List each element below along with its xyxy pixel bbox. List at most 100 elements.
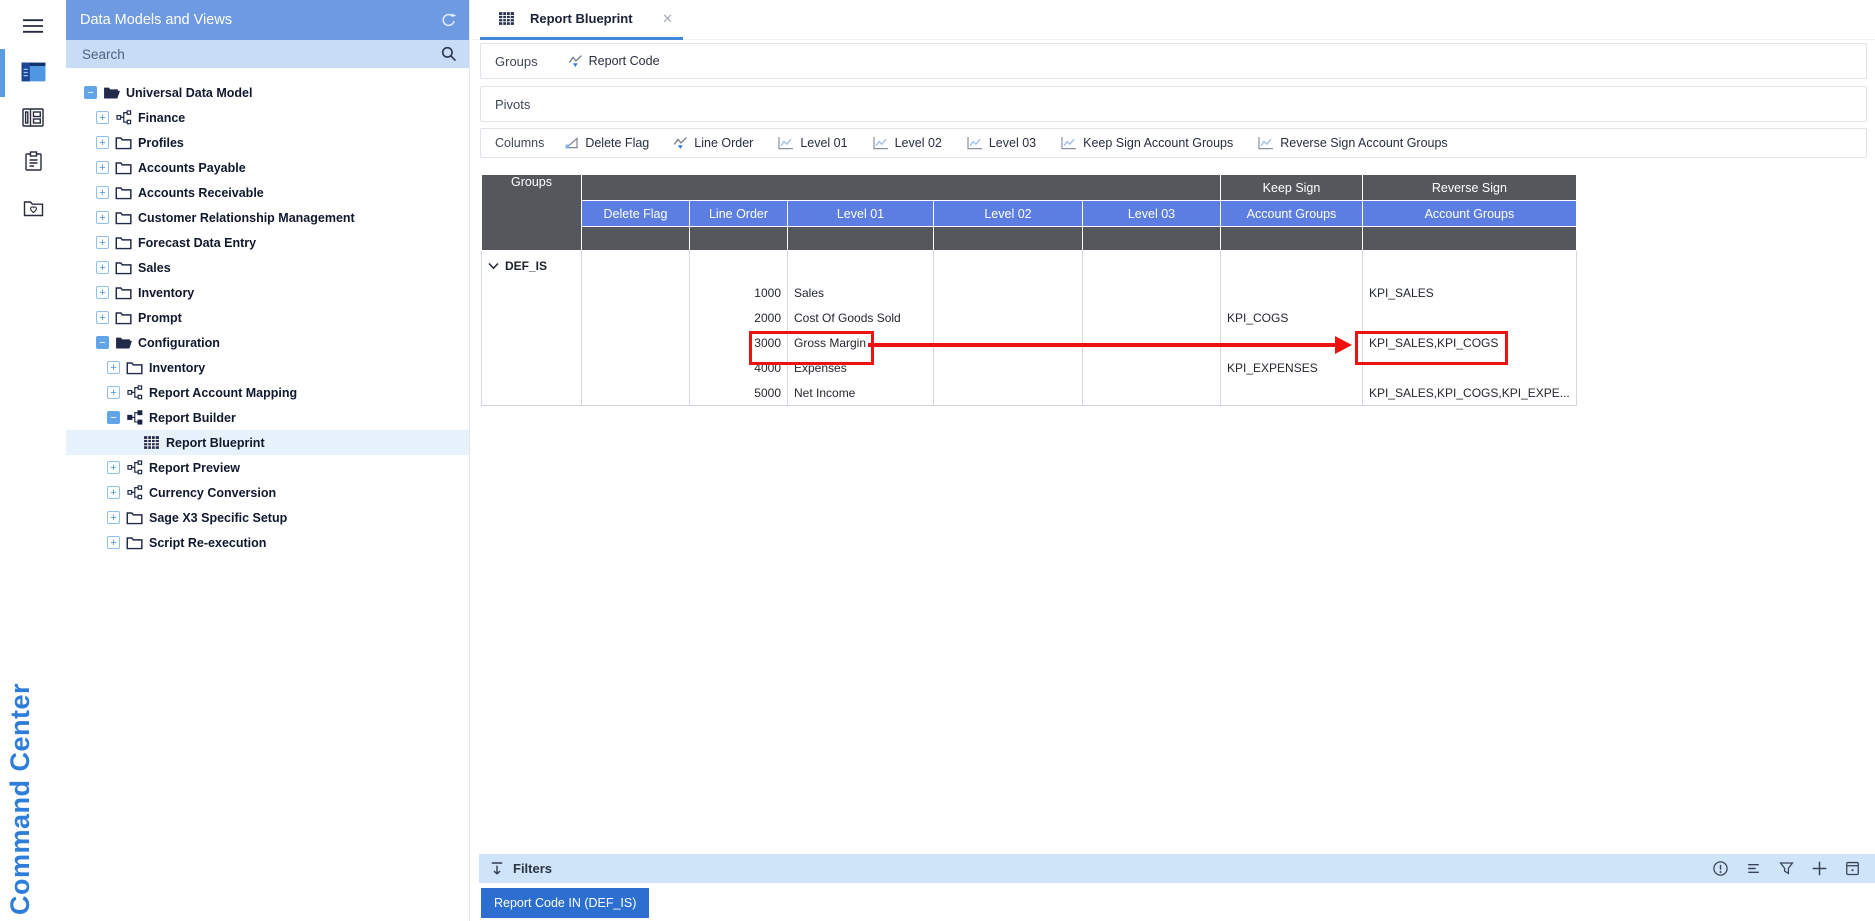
favorites-nav-icon[interactable] (0, 187, 66, 229)
field-chip-keep-sign-account-groups[interactable]: Keep Sign Account Groups (1060, 136, 1233, 150)
tree-item-customer-relationship-management[interactable]: Customer Relationship Management (66, 205, 469, 230)
pivots-drop-zone[interactable]: Pivots (480, 86, 1867, 122)
columns-drop-zone[interactable]: Columns Delete Flag Line Order Level 01 … (480, 128, 1867, 158)
grid-col-header-level-01[interactable]: Level 01 (788, 201, 934, 227)
summary-icon[interactable] (1745, 860, 1762, 877)
grid-corner-header-groups[interactable]: Groups (482, 175, 582, 251)
field-chip-delete-flag[interactable]: Delete Flag (564, 136, 649, 150)
tree-item-report-account-mapping[interactable]: Report Account Mapping (66, 380, 469, 405)
grid-cell-level-01[interactable]: Net Income (788, 381, 934, 406)
grid-cell[interactable] (934, 356, 1083, 381)
grid-col-header-reverse-sign-account-groups[interactable]: Account Groups (1363, 201, 1577, 227)
tree-item-script-re-execution[interactable]: Script Re-execution (66, 530, 469, 555)
grid-cell-reverse-sign[interactable] (1363, 306, 1577, 331)
grid-cell-reverse-sign[interactable]: KPI_SALES,KPI_COGS (1363, 331, 1577, 356)
grid-cell-keep-sign[interactable] (1221, 381, 1363, 406)
grid-cell-line-order[interactable]: 4000 (690, 356, 788, 381)
grid-cell[interactable] (582, 306, 690, 331)
collapse-toggle-icon[interactable] (107, 411, 120, 424)
grid-cell-level-01[interactable]: Expenses (788, 356, 934, 381)
grid-cell-level-01[interactable]: Cost Of Goods Sold (788, 306, 934, 331)
grid-cell-reverse-sign[interactable] (1363, 356, 1577, 381)
expand-toggle-icon[interactable] (107, 361, 120, 374)
add-icon[interactable] (1811, 860, 1828, 877)
tree-item-universal-data-model[interactable]: Universal Data Model (66, 80, 469, 105)
chevron-down-icon[interactable] (488, 262, 499, 270)
grid-band-header-reverse-sign[interactable]: Reverse Sign (1363, 175, 1577, 201)
group-row-def-is[interactable]: DEF_IS (482, 251, 582, 281)
field-chip-report-code[interactable]: Report Code (568, 54, 660, 68)
grid-cell[interactable] (582, 331, 690, 356)
grid-cell[interactable] (582, 356, 690, 381)
grid-col-header-line-order[interactable]: Line Order (690, 201, 788, 227)
tree-item-report-blueprint[interactable]: Report Blueprint (66, 430, 469, 455)
expand-toggle-icon[interactable] (96, 311, 109, 324)
grid-cell[interactable] (934, 381, 1083, 406)
refresh-icon[interactable] (440, 12, 457, 29)
grid-cell-level-01[interactable]: Gross Margin (788, 331, 934, 356)
hamburger-menu-icon[interactable] (0, 5, 66, 47)
tree-item-accounts-payable[interactable]: Accounts Payable (66, 155, 469, 180)
grid-cell-keep-sign[interactable] (1221, 331, 1363, 356)
grid-cell-reverse-sign[interactable]: KPI_SALES (1363, 281, 1577, 306)
tab-report-blueprint[interactable]: Report Blueprint ✕ (480, 0, 683, 40)
grid-cell-level-01[interactable]: Sales (788, 281, 934, 306)
tree-item-prompt[interactable]: Prompt (66, 305, 469, 330)
expand-toggle-icon[interactable] (107, 386, 120, 399)
groups-drop-zone[interactable]: Groups Report Code (480, 43, 1867, 79)
grid-col-header-level-03[interactable]: Level 03 (1083, 201, 1221, 227)
search-input[interactable] (80, 46, 441, 63)
search-icon[interactable] (441, 46, 457, 62)
filter-chip-report-code[interactable]: Report Code IN (DEF_IS) (481, 888, 649, 918)
tree-item-finance[interactable]: Finance (66, 105, 469, 130)
grid-cell[interactable] (1083, 281, 1221, 306)
expand-toggle-icon[interactable] (107, 511, 120, 524)
grid-col-header-level-02[interactable]: Level 02 (934, 201, 1083, 227)
expand-toggle-icon[interactable] (96, 161, 109, 174)
grid-cell-reverse-sign[interactable]: KPI_SALES,KPI_COGS,KPI_EXPE... (1363, 381, 1577, 406)
collapse-toggle-icon[interactable] (96, 336, 109, 349)
field-chip-level-03[interactable]: Level 03 (966, 136, 1036, 150)
grid-cell-line-order[interactable]: 1000 (690, 281, 788, 306)
grid-cell[interactable] (934, 281, 1083, 306)
expand-toggle-icon[interactable] (96, 186, 109, 199)
tree-item-profiles[interactable]: Profiles (66, 130, 469, 155)
expand-toggle-icon[interactable] (96, 111, 109, 124)
tree-item-report-builder[interactable]: Report Builder (66, 405, 469, 430)
grid-cell[interactable] (1083, 356, 1221, 381)
tree-item-configuration[interactable]: Configuration (66, 330, 469, 355)
dashboards-nav-icon[interactable] (0, 96, 66, 138)
data-models-nav-icon[interactable] (0, 51, 66, 93)
grid-cell-keep-sign[interactable]: KPI_EXPENSES (1221, 356, 1363, 381)
grid-cell-line-order[interactable]: 2000 (690, 306, 788, 331)
tree-item-sage-x3-specific-setup[interactable]: Sage X3 Specific Setup (66, 505, 469, 530)
grid-band-header-keep-sign[interactable]: Keep Sign (1221, 175, 1363, 201)
tree-item-inventory[interactable]: Inventory (66, 280, 469, 305)
grid-col-header-delete-flag[interactable]: Delete Flag (582, 201, 690, 227)
expand-toggle-icon[interactable] (96, 236, 109, 249)
field-chip-reverse-sign-account-groups[interactable]: Reverse Sign Account Groups (1257, 136, 1447, 150)
expand-toggle-icon[interactable] (96, 211, 109, 224)
grid-cell[interactable] (582, 381, 690, 406)
tree-item-sales[interactable]: Sales (66, 255, 469, 280)
grid-cell-keep-sign[interactable] (1221, 281, 1363, 306)
grid-cell-line-order[interactable]: 3000 (690, 331, 788, 356)
expand-toggle-icon[interactable] (96, 136, 109, 149)
filter-icon[interactable] (1778, 860, 1795, 877)
grid-cell[interactable] (934, 306, 1083, 331)
tree-item-report-preview[interactable]: Report Preview (66, 455, 469, 480)
expand-toggle-icon[interactable] (107, 461, 120, 474)
field-chip-line-order[interactable]: Line Order (673, 136, 753, 150)
tasks-nav-icon[interactable] (0, 140, 66, 182)
field-chip-level-01[interactable]: Level 01 (777, 136, 847, 150)
tree-item-forecast-data-entry[interactable]: Forecast Data Entry (66, 230, 469, 255)
grid-cell[interactable] (1083, 306, 1221, 331)
panel-icon[interactable] (1844, 860, 1861, 877)
filter-down-icon[interactable] (489, 861, 505, 877)
collapse-toggle-icon[interactable] (84, 86, 97, 99)
grid-col-header-keep-sign-account-groups[interactable]: Account Groups (1221, 201, 1363, 227)
tree-item-accounts-receivable[interactable]: Accounts Receivable (66, 180, 469, 205)
grid-cell[interactable] (934, 331, 1083, 356)
grid-cell[interactable] (1083, 381, 1221, 406)
expand-toggle-icon[interactable] (96, 286, 109, 299)
